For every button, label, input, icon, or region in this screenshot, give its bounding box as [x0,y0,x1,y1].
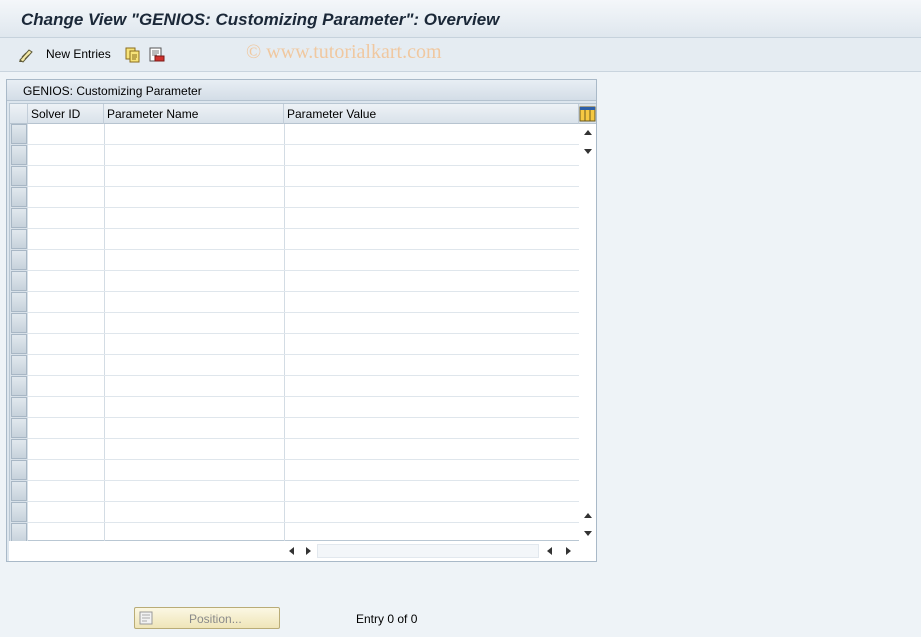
column-settings-icon [579,106,596,122]
scroll-down-icon[interactable] [581,526,595,540]
title-bar: Change View "GENIOS: Customizing Paramet… [0,0,921,38]
scroll-right-end-icon[interactable] [561,544,575,558]
row-selector-button[interactable] [11,439,27,459]
copy-icon[interactable] [124,46,142,64]
row-selector-button[interactable] [11,187,27,207]
scroll-left-end-icon[interactable] [543,544,557,558]
table-title: GENIOS: Customizing Parameter [23,84,202,98]
table-row [28,522,579,523]
table-title-bar: GENIOS: Customizing Parameter [7,80,596,101]
row-selector-button[interactable] [11,523,27,543]
table-row [28,291,579,292]
page-up-icon[interactable] [581,509,595,523]
row-selector-button[interactable] [11,418,27,438]
table-row [28,228,579,229]
scroll-up-icon[interactable] [581,126,595,140]
horizontal-scroll-track[interactable] [317,544,539,558]
row-selector-button[interactable] [11,229,27,249]
parameter-table: Solver ID Parameter Name Parameter Value [9,103,596,544]
table-row [28,480,579,481]
table-row [28,186,579,187]
row-selector-button[interactable] [11,355,27,375]
row-selector-button[interactable] [11,460,27,480]
row-selector-column [10,124,28,543]
table-control-panel: GENIOS: Customizing Parameter Solver ID … [6,79,597,562]
scroll-right-icon[interactable] [301,544,315,558]
table-settings-button[interactable] [579,104,596,124]
table-row [28,501,579,502]
table-row [28,354,579,355]
page-down-icon[interactable] [581,144,595,158]
table-row [28,459,579,460]
row-selector-button[interactable] [11,166,27,186]
table-row [28,438,579,439]
row-selector-button[interactable] [11,313,27,333]
table-row [28,207,579,208]
horizontal-scrollbar[interactable] [9,541,596,561]
vertical-scrollbar[interactable] [579,124,596,542]
column-header-solver-id[interactable]: Solver ID [28,104,104,124]
row-selector-button[interactable] [11,502,27,522]
new-entries-button[interactable]: New Entries [46,47,111,61]
row-selector-button[interactable] [11,145,27,165]
entry-count: Entry 0 of 0 [356,612,418,626]
table-row [28,396,579,397]
table-row [28,165,579,166]
column-header-parameter-name[interactable]: Parameter Name [104,104,284,124]
position-button[interactable]: Position... [134,607,280,629]
row-selector-button[interactable] [11,334,27,354]
scroll-left-icon[interactable] [285,544,299,558]
watermark-text: © www.tutorialkart.com [246,41,442,63]
display-change-icon[interactable] [17,46,35,64]
row-selector-button[interactable] [11,250,27,270]
row-selector-button[interactable] [11,481,27,501]
position-button-label: Position... [189,612,242,626]
table-row [28,375,579,376]
table-row [28,333,579,334]
position-icon [139,611,153,625]
row-selector-button[interactable] [11,124,27,144]
table-row [28,144,579,145]
row-selector-button[interactable] [11,376,27,396]
select-all-header[interactable] [10,104,28,124]
delete-icon[interactable] [148,46,166,64]
table-row [28,270,579,271]
row-selector-button[interactable] [11,397,27,417]
column-header-parameter-value[interactable]: Parameter Value [284,104,579,124]
row-selector-button[interactable] [11,271,27,291]
row-selector-button[interactable] [11,208,27,228]
page-title: Change View "GENIOS: Customizing Paramet… [21,10,500,29]
table-row [28,417,579,418]
application-toolbar: New Entries © www.tutorialkart.com [0,38,921,72]
table-row [28,312,579,313]
table-row [28,249,579,250]
row-selector-button[interactable] [11,292,27,312]
